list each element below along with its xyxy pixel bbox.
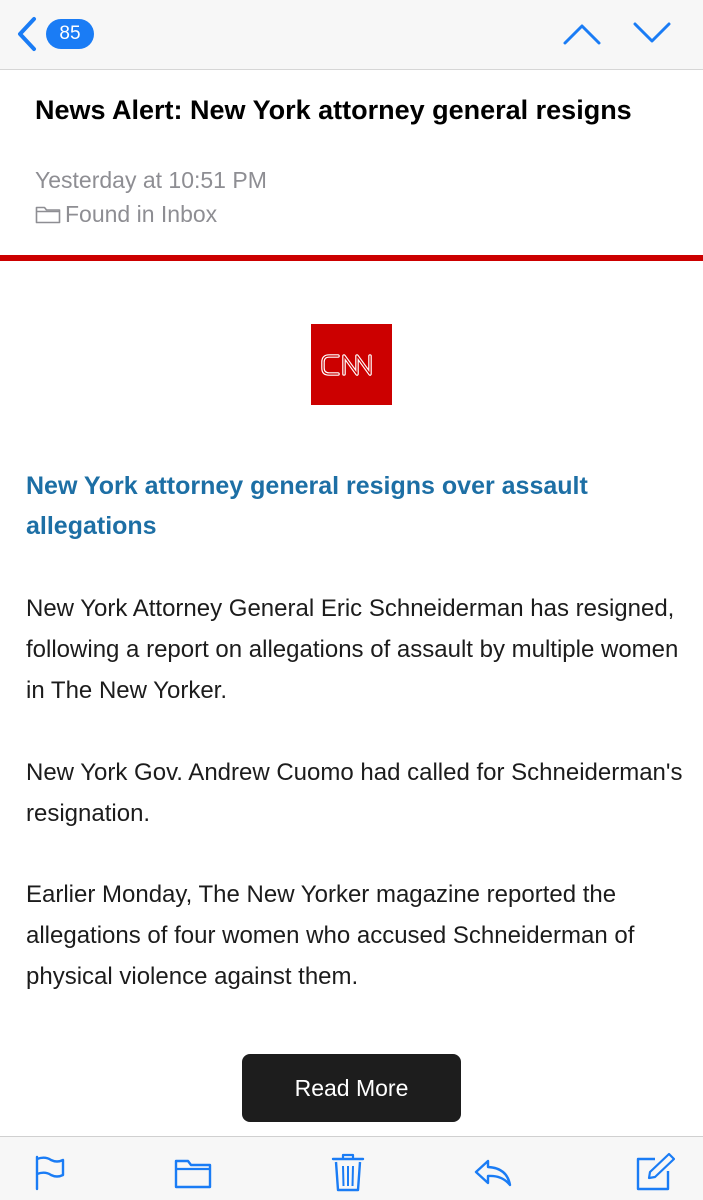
cnn-logo-mark bbox=[320, 353, 372, 376]
reply-button[interactable] bbox=[472, 1151, 514, 1193]
article-paragraph: New York Gov. Andrew Cuomo had called fo… bbox=[26, 759, 683, 827]
trash-icon bbox=[331, 1153, 365, 1192]
chevron-left-icon bbox=[18, 17, 36, 51]
previous-message-button[interactable] bbox=[562, 18, 602, 48]
brand-divider bbox=[0, 255, 703, 261]
next-message-button[interactable] bbox=[632, 18, 672, 48]
compose-icon bbox=[636, 1152, 676, 1191]
bottom-toolbar bbox=[0, 1136, 703, 1200]
flag-button[interactable] bbox=[27, 1151, 69, 1193]
reply-icon bbox=[474, 1159, 512, 1187]
move-to-folder-button[interactable] bbox=[172, 1151, 214, 1193]
navigation-bar: 85 bbox=[0, 0, 703, 70]
message-header: News Alert: New York attorney general re… bbox=[0, 71, 703, 254]
message-timestamp: Yesterday at 10:51 PM bbox=[35, 167, 267, 193]
trash-button[interactable] bbox=[327, 1151, 369, 1193]
cnn-logo[interactable] bbox=[311, 324, 392, 405]
article-headline-link[interactable]: New York attorney general resigns over a… bbox=[26, 466, 676, 546]
mail-message-screen: 85 News Alert: New York attorney general… bbox=[0, 0, 703, 1200]
unread-count-badge: 85 bbox=[46, 19, 94, 49]
message-location[interactable]: Found in Inbox bbox=[35, 199, 217, 229]
article-paragraph: Earlier Monday, The New Yorker magazine … bbox=[26, 881, 635, 990]
article-paragraph: New York Attorney General Eric Schneider… bbox=[26, 595, 679, 704]
folder-icon bbox=[174, 1159, 212, 1189]
location-label: Found in Inbox bbox=[65, 201, 218, 227]
message-subject: News Alert: New York attorney general re… bbox=[35, 95, 632, 125]
flag-icon bbox=[35, 1155, 65, 1191]
read-more-button[interactable]: Read More bbox=[242, 1054, 461, 1122]
back-button[interactable]: 85 bbox=[14, 14, 94, 54]
compose-button[interactable] bbox=[633, 1151, 676, 1193]
folder-icon bbox=[35, 206, 61, 224]
